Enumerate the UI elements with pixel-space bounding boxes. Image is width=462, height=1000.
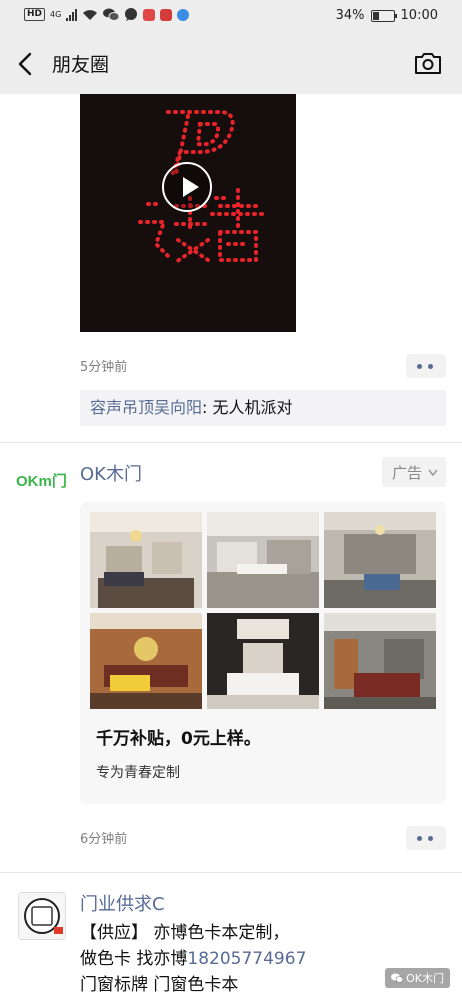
ad-logo[interactable]: OKm门 (16, 470, 68, 490)
post-line: 【供应】 亦博色卡本定制， (80, 923, 290, 943)
comment-box: 容声吊顶吴向阳: 无人机派对 (80, 390, 446, 426)
camera-icon[interactable] (414, 51, 442, 75)
drone-show-image (80, 94, 296, 332)
ad-headline: 千万补贴，0元上样。 (96, 729, 261, 749)
post-line-prefix: 做色卡 找亦博 (80, 949, 188, 969)
ad-subtitle: 专为青春定制 (96, 765, 180, 781)
play-icon[interactable] (162, 162, 212, 212)
video-thumbnail[interactable] (80, 94, 296, 332)
battery-percent: 34% (335, 8, 365, 23)
comment-text: : 无人机派对 (202, 398, 293, 417)
status-right: 34% 10:00 (336, 8, 438, 23)
network-type: 4G (50, 9, 62, 19)
ad-logo-text: OKm门 (16, 472, 67, 490)
phone-link[interactable]: 18205774967 (187, 949, 306, 969)
wechat-icon (103, 8, 120, 21)
divider (0, 872, 462, 873)
hd-indicator: HD (24, 8, 46, 21)
nav-bar: 朋友圈 (0, 34, 462, 94)
wifi-icon (83, 9, 98, 20)
avatar[interactable] (18, 892, 66, 940)
clock: 10:00 (400, 8, 438, 23)
battery-icon (370, 9, 397, 22)
ad-badge[interactable]: 广告 (382, 457, 446, 487)
post-time: 5分钟前 (80, 360, 128, 375)
ad-photo[interactable] (324, 613, 436, 709)
app-notification-icon (160, 8, 173, 21)
more-actions-button[interactable] (406, 354, 446, 378)
advertiser-name[interactable]: OK木门 (80, 460, 142, 486)
watermark: OK木门 (384, 968, 450, 988)
ad-photo[interactable] (90, 512, 202, 608)
ad-photo[interactable] (207, 613, 319, 709)
signal-icon (66, 8, 78, 21)
chevron-down-icon (428, 469, 438, 477)
post-author[interactable]: 门业供求C (80, 890, 165, 916)
ad-photo[interactable] (207, 512, 319, 608)
browser-icon (177, 8, 190, 21)
wechat-icon (390, 973, 403, 983)
chevron-left-icon[interactable] (14, 50, 38, 78)
watermark-text: OK木门 (406, 972, 444, 985)
app-notification-icon (143, 8, 156, 21)
ad-badge-label: 广告 (392, 464, 423, 482)
status-bar: HD 4G 34% 10:00 (0, 0, 462, 34)
divider (0, 442, 462, 443)
battery-level (372, 11, 380, 20)
more-actions-button[interactable] (406, 826, 446, 850)
status-left: HD 4G (24, 8, 190, 21)
page-title: 朋友圈 (52, 54, 110, 76)
ad-photo[interactable] (324, 512, 436, 608)
comment-author[interactable]: 容声吊顶吴向阳 (90, 398, 202, 417)
message-icon (125, 8, 138, 21)
ad-time: 6分钟前 (80, 832, 128, 847)
ad-photo[interactable] (90, 613, 202, 709)
ad-card[interactable]: 千万补贴，0元上样。 专为青春定制 (80, 502, 446, 804)
